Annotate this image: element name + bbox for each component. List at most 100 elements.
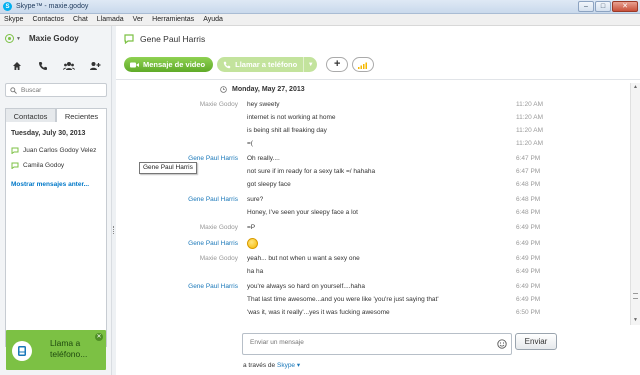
- menu-llamada[interactable]: Llamada: [97, 16, 124, 23]
- conversation-pane: Gene Paul Harris Mensaje de video Llamar…: [116, 26, 640, 375]
- call-banner-line2: teléfono...: [50, 349, 88, 359]
- chevron-down-icon[interactable]: ▾: [297, 362, 300, 369]
- header-divider: [116, 79, 640, 80]
- show-older-messages-link[interactable]: Mostrar mensajes anter...: [11, 181, 89, 188]
- message-sender[interactable]: Gene Paul Harris: [188, 240, 238, 247]
- recent-list: Tuesday, July 30, 2013 Juan Carlos Godoy…: [5, 122, 107, 347]
- message-text: ha ha: [247, 268, 264, 275]
- scroll-down-arrow-icon[interactable]: ▼: [631, 316, 640, 325]
- window-controls: – □ ✕: [578, 1, 638, 12]
- menu-ayuda[interactable]: Ayuda: [203, 16, 223, 23]
- message-row: Gene Paul Harris 6:49 PM: [116, 238, 630, 251]
- message-sender[interactable]: Gene Paul Harris: [188, 155, 238, 162]
- add-contact-icon[interactable]: [88, 60, 102, 72]
- chat-bubble-icon: [11, 147, 19, 154]
- profile-status[interactable]: ▼ Maxie Godoy: [5, 34, 79, 43]
- message-sender[interactable]: Gene Paul Harris: [188, 283, 238, 290]
- search-input[interactable]: [21, 86, 101, 94]
- list-item[interactable]: Camila Godoy: [11, 162, 64, 169]
- menu-ver[interactable]: Ver: [133, 16, 144, 23]
- message-text: internet is not working at home: [247, 114, 336, 121]
- splitter-grip-icon[interactable]: [113, 226, 115, 234]
- via-prefix: a través de: [243, 362, 276, 369]
- message-time: 11:20 AM: [516, 101, 543, 108]
- message-text: That last time awesome...and you were li…: [247, 296, 439, 303]
- close-button[interactable]: ✕: [612, 1, 638, 12]
- conversation-header: Gene Paul Harris: [124, 34, 205, 44]
- close-icon[interactable]: ✕: [95, 333, 103, 341]
- skype-logo-icon: S: [3, 2, 12, 11]
- chat-bubble-icon: [11, 162, 19, 169]
- send-button[interactable]: Enviar: [515, 333, 557, 350]
- call-phone-label: Llamar a teléfono: [235, 60, 298, 69]
- chevron-down-icon[interactable]: ▼: [303, 57, 318, 72]
- message-time: 6:49 PM: [516, 296, 541, 303]
- tab-contactos[interactable]: Contactos: [5, 108, 56, 123]
- call-quality-button[interactable]: [352, 57, 375, 72]
- message-time: 6:48 PM: [516, 181, 541, 188]
- message-text: sure?: [247, 196, 264, 203]
- message-sender[interactable]: Gene Paul Harris: [188, 196, 238, 203]
- message-time: 6:49 PM: [516, 224, 541, 231]
- chat-scrollbar[interactable]: ▲ ▼: [630, 83, 640, 325]
- video-message-button[interactable]: Mensaje de video: [124, 57, 214, 72]
- message-compose-box[interactable]: [242, 333, 512, 355]
- tab-recientes[interactable]: Recientes: [56, 108, 107, 123]
- list-item[interactable]: Juan Carlos Godoy Velez: [11, 147, 96, 154]
- sidebar-toolbar: [0, 60, 112, 74]
- message-sender[interactable]: Maxie Godoy: [200, 255, 238, 262]
- contacts-group-icon[interactable]: [62, 60, 76, 72]
- message-text: =P: [247, 224, 256, 231]
- phone-keypad-icon: [12, 341, 32, 361]
- message-row: Maxie Godoy yeah... but not when u want …: [116, 253, 630, 266]
- message-sender[interactable]: Maxie Godoy: [200, 101, 238, 108]
- recent-item-name: Juan Carlos Godoy Velez: [23, 147, 97, 154]
- scroll-up-arrow-icon[interactable]: ▲: [631, 83, 640, 92]
- message-row: Gene Paul Harris sure? 6:48 PM: [116, 194, 630, 207]
- maximize-button[interactable]: □: [595, 1, 611, 12]
- message-text: yeah... but not when u want a sexy one: [247, 255, 360, 262]
- message-row: =( 11:20 AM: [116, 138, 630, 151]
- via-brand[interactable]: Skype: [277, 362, 295, 369]
- message-text: not sure if im ready for a sexy talk =/ …: [247, 168, 376, 175]
- message-time: 6:48 PM: [516, 196, 541, 203]
- message-time: 6:48 PM: [516, 209, 541, 216]
- message-row: got sleepy face 6:48 PM: [116, 179, 630, 192]
- message-input[interactable]: [250, 339, 490, 346]
- menu-skype[interactable]: Skype: [4, 16, 23, 23]
- message-time: 11:20 AM: [516, 114, 543, 121]
- message-row: ha ha 6:49 PM: [116, 266, 630, 279]
- recent-item-name: Camila Godoy: [23, 162, 65, 169]
- call-phones-banner[interactable]: Llama a teléfono... ✕: [6, 330, 106, 370]
- message-row: 'was it, was it really'...yes it was fuc…: [116, 307, 630, 320]
- minimize-button[interactable]: –: [578, 1, 594, 12]
- message-sender[interactable]: Maxie Godoy: [200, 224, 238, 231]
- home-icon[interactable]: [10, 60, 24, 72]
- message-text: =(: [247, 140, 253, 147]
- profile-name[interactable]: Maxie Godoy: [29, 34, 79, 43]
- message-row: Gene Paul Harris you're always so hard o…: [116, 281, 630, 294]
- contact-tabs: Contactos Recientes: [5, 108, 107, 123]
- online-status-icon[interactable]: [5, 34, 14, 43]
- call-phone-button[interactable]: Llamar a teléfono: [217, 57, 304, 72]
- title-bar: S Skype™ - maxie.godoy – □ ✕: [0, 0, 640, 14]
- message-text: 'was it, was it really'...yes it was fuc…: [247, 309, 390, 316]
- message-text: you're always so hard on yourself....hah…: [247, 283, 365, 290]
- message-row: Honey, I've seen your sleepy face a lot …: [116, 207, 630, 220]
- message-text: Oh really....: [247, 155, 280, 162]
- menu-contactos[interactable]: Contactos: [32, 16, 64, 23]
- conversation-title[interactable]: Gene Paul Harris: [140, 34, 205, 44]
- emoticon-icon[interactable]: [497, 339, 507, 349]
- add-people-button[interactable]: +: [326, 57, 349, 72]
- search-box[interactable]: [5, 83, 107, 97]
- recent-date-header: Tuesday, July 30, 2013: [11, 130, 86, 137]
- via-skype-label[interactable]: a través de Skype ▾: [243, 361, 300, 369]
- chevron-down-icon[interactable]: ▼: [16, 36, 21, 42]
- message-row: internet is not working at home 11:20 AM: [116, 112, 630, 125]
- phone-icon[interactable]: [36, 60, 50, 72]
- menu-chat[interactable]: Chat: [73, 16, 88, 23]
- menu-herramientas[interactable]: Herramientas: [152, 16, 194, 23]
- message-row: is being shit all freaking day 11:20 AM: [116, 125, 630, 138]
- call-toolbar: Mensaje de video Llamar a teléfono ▼ +: [124, 57, 375, 72]
- scroll-thumb[interactable]: [633, 293, 638, 299]
